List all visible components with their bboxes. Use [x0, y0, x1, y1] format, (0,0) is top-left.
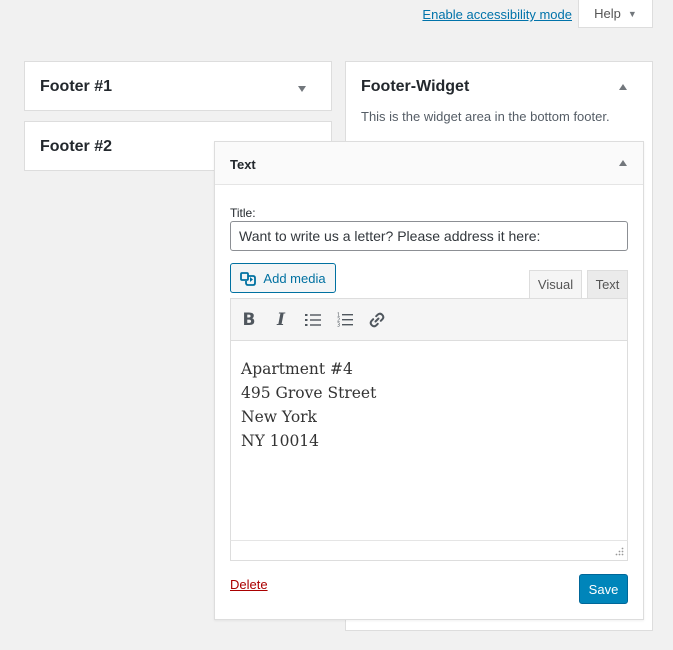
bulleted-list-icon[interactable]	[299, 306, 327, 334]
title-input[interactable]	[230, 221, 628, 251]
svg-text:3: 3	[337, 323, 340, 328]
help-tab-button[interactable]: Help ▼	[578, 0, 653, 28]
editor-line: Apartment #4	[241, 360, 353, 378]
caret-up-icon[interactable]	[619, 160, 627, 166]
sidebar-name: Footer #1	[40, 78, 113, 95]
tab-text-label: Text	[595, 277, 620, 292]
link-icon[interactable]	[363, 306, 391, 334]
sidebar-footer-1[interactable]: Footer #1	[24, 61, 332, 111]
caret-up-icon[interactable]	[619, 84, 627, 90]
add-media-button[interactable]: Add media	[230, 263, 336, 293]
caret-down-icon[interactable]	[298, 86, 306, 92]
title-label: Title:	[230, 206, 256, 220]
editor-line: New York	[241, 408, 317, 426]
enable-accessibility-link[interactable]: Enable accessibility mode	[422, 7, 572, 22]
sidebar-name: Footer-Widget	[361, 78, 470, 95]
tab-visual-label: Visual	[537, 277, 574, 292]
italic-icon[interactable]: I	[267, 306, 295, 334]
help-label: Help	[594, 6, 621, 21]
widget-title: Text	[230, 157, 256, 172]
tab-text[interactable]: Text	[587, 270, 628, 298]
text-widget: Text Title: Add media Visual Text B I	[214, 141, 644, 620]
tab-visual[interactable]: Visual	[529, 270, 582, 298]
editor-toolbar: B I 1 2 3	[230, 298, 628, 341]
text-editor[interactable]: Apartment #4 495 Grove Street New York N…	[230, 341, 628, 541]
media-icon	[240, 272, 257, 286]
delete-link[interactable]: Delete	[230, 577, 268, 592]
resize-handle-icon[interactable]	[614, 547, 624, 557]
caret-down-icon: ▼	[627, 8, 637, 19]
sidebar-name: Footer #2	[40, 138, 113, 155]
screen-meta-links: Enable accessibility mode Help ▼	[422, 0, 653, 28]
editor-status-bar	[230, 540, 628, 561]
sidebar-description: This is the widget area in the bottom fo…	[361, 109, 610, 124]
numbered-list-icon[interactable]: 1 2 3	[331, 306, 359, 334]
widget-header[interactable]: Text	[215, 142, 643, 185]
bold-icon[interactable]: B	[235, 306, 263, 334]
editor-line: NY 10014	[241, 432, 320, 450]
save-button[interactable]: Save	[579, 574, 628, 604]
save-label: Save	[588, 581, 619, 597]
add-media-label: Add media	[263, 270, 326, 286]
editor-line: 495 Grove Street	[241, 384, 377, 402]
